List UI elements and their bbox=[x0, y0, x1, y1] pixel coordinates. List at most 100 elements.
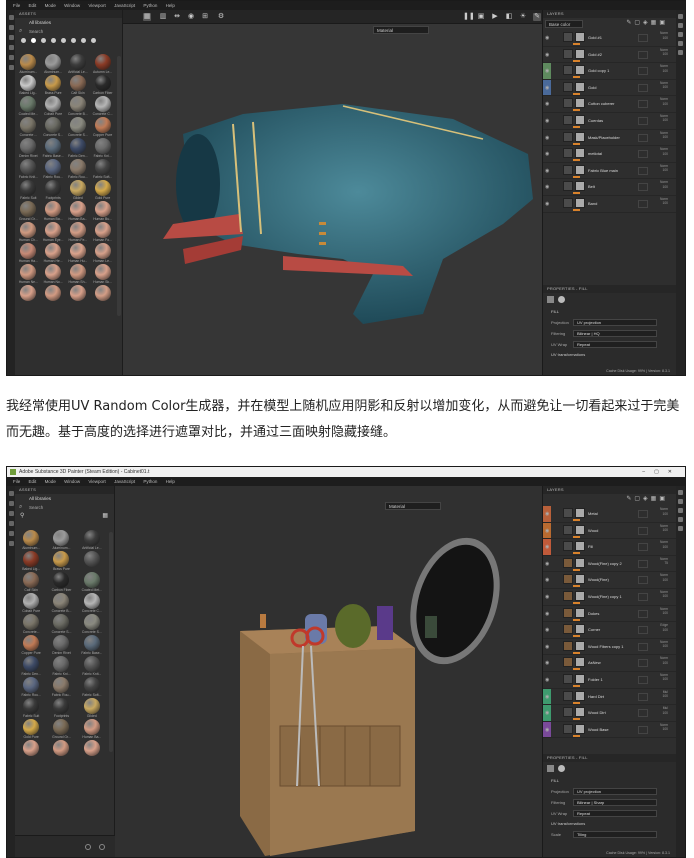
uv-wrap-dropdown[interactable]: Repeat bbox=[573, 341, 657, 348]
menu-python[interactable]: Python bbox=[143, 479, 157, 484]
layer-blend-opacity[interactable]: Norm 100 bbox=[660, 197, 668, 206]
material-thumbnail[interactable]: Human Fo... bbox=[91, 222, 114, 243]
visibility-eye-icon[interactable]: ◉ bbox=[545, 660, 549, 666]
layer-dropdown[interactable] bbox=[638, 626, 648, 635]
material-thumbnail[interactable]: Brass Pure bbox=[42, 75, 65, 96]
texture-set-icon[interactable] bbox=[678, 23, 683, 28]
layer-row[interactable]: ◉ Fill Norm 100 bbox=[543, 539, 676, 556]
layer-blend-opacity[interactable]: Norm 100 bbox=[660, 180, 668, 189]
layer-dropdown[interactable] bbox=[638, 692, 648, 701]
material-thumbnail[interactable]: Cobalt Pure bbox=[42, 96, 65, 117]
menu-javascript[interactable]: JavaScript bbox=[114, 3, 135, 8]
layer-blend-opacity[interactable]: Norm 75 bbox=[660, 557, 668, 566]
material-thumbnail[interactable] bbox=[17, 740, 45, 761]
material-thumbnail[interactable]: Aluminum... bbox=[17, 54, 40, 75]
layer-row[interactable]: ◉ Wood Base Norm 100 bbox=[543, 721, 676, 739]
material-thumbnail[interactable]: Calf Skin bbox=[67, 75, 90, 96]
layer-row[interactable]: ◉ Dokes Norm 100 bbox=[543, 606, 676, 623]
material-thumbnail[interactable]: Human Sh... bbox=[67, 264, 90, 285]
material-thumbnail[interactable]: Autumn Le... bbox=[91, 54, 114, 75]
material-thumbnail[interactable]: Denim Rivet bbox=[47, 635, 75, 656]
material-thumbnail[interactable]: Concrete S... bbox=[42, 117, 65, 138]
cube-icon[interactable]: ◧ bbox=[505, 13, 513, 21]
refresh-icon[interactable] bbox=[85, 844, 91, 850]
visibility-eye-icon[interactable]: ◉ bbox=[545, 710, 549, 716]
visibility-eye-icon[interactable]: ◉ bbox=[545, 677, 549, 683]
layer-blend-opacity[interactable]: Norm 100 bbox=[660, 131, 668, 140]
material-thumbnail[interactable]: Fabric Base... bbox=[78, 635, 106, 656]
layer-action-icons[interactable]: ✎▢◈▦▣ bbox=[626, 19, 668, 26]
layer-dropdown[interactable] bbox=[638, 526, 648, 535]
layer-blend-opacity[interactable]: Mul 100 bbox=[662, 690, 668, 699]
material-thumbnail[interactable]: Fabric Suit bbox=[17, 180, 40, 201]
material-thumbnail[interactable]: Concrete C... bbox=[78, 593, 106, 614]
material-tab-icon[interactable] bbox=[547, 296, 554, 303]
picker-tool-icon[interactable] bbox=[8, 541, 14, 546]
layer-dropdown[interactable] bbox=[638, 150, 648, 159]
layers-tab-icon[interactable] bbox=[678, 490, 683, 495]
display-settings-icon[interactable] bbox=[678, 32, 683, 37]
material-tab-icon[interactable] bbox=[547, 765, 554, 772]
uv-transformations-header[interactable]: UV transformations bbox=[543, 350, 676, 360]
material-thumbnail[interactable]: Aluminum... bbox=[42, 54, 65, 75]
material-thumbnail[interactable]: Calf Skin bbox=[17, 572, 45, 593]
layer-dropdown[interactable] bbox=[638, 116, 648, 125]
visibility-eye-icon[interactable]: ◉ bbox=[545, 627, 549, 633]
layer-blend-opacity[interactable]: Mul 100 bbox=[662, 706, 668, 715]
material-thumbnail[interactable]: Human Ne... bbox=[17, 264, 40, 285]
layer-blend-opacity[interactable]: Norm 100 bbox=[660, 164, 668, 173]
layer-row[interactable]: ◉ Corner Edge 100 bbox=[543, 622, 676, 639]
filter-particle-icon[interactable] bbox=[81, 38, 86, 43]
smudge-tool-icon[interactable] bbox=[8, 521, 14, 526]
bake-icon[interactable] bbox=[678, 526, 683, 531]
layer-blend-opacity[interactable]: Norm 100 bbox=[660, 656, 668, 665]
fill-section-header[interactable]: FILL bbox=[543, 307, 676, 317]
menu-help[interactable]: Help bbox=[166, 3, 175, 8]
visibility-eye-icon[interactable]: ◉ bbox=[545, 151, 549, 157]
layer-dropdown[interactable] bbox=[638, 725, 648, 734]
visibility-eye-icon[interactable]: ◉ bbox=[545, 168, 549, 174]
uv-transformations-header[interactable]: UV transformations bbox=[543, 819, 676, 829]
material-thumbnail[interactable]: Fabric Kni... bbox=[47, 656, 75, 677]
layer-dropdown[interactable] bbox=[638, 642, 648, 651]
material-thumbnail[interactable]: Gold Pure bbox=[17, 719, 45, 740]
paint-tool-icon[interactable] bbox=[8, 491, 14, 496]
filter-icon[interactable]: ⚲ bbox=[20, 512, 24, 519]
layer-dropdown[interactable] bbox=[638, 199, 648, 208]
layer-blend-opacity[interactable]: Norm 100 bbox=[660, 590, 668, 599]
export-icon[interactable]: ⊞ bbox=[201, 13, 209, 21]
material-thumbnail[interactable]: Fabric Soft... bbox=[91, 159, 114, 180]
layer-blend-opacity[interactable]: Norm 100 bbox=[660, 723, 668, 732]
material-thumbnail[interactable] bbox=[42, 285, 65, 306]
layer-row[interactable]: ◉ Belt Norm 100 bbox=[543, 179, 676, 196]
camera-icon[interactable]: ◉ bbox=[187, 13, 195, 21]
projection-dropdown[interactable]: UV projection bbox=[573, 788, 657, 795]
material-thumbnail[interactable]: Fabric Rou... bbox=[67, 159, 90, 180]
material-thumbnail[interactable]: Human Ch... bbox=[17, 222, 40, 243]
material-thumbnail[interactable]: Concrete C... bbox=[91, 96, 114, 117]
material-thumbnail[interactable]: Aluminum... bbox=[17, 530, 45, 551]
filter-mask-icon[interactable] bbox=[51, 38, 56, 43]
material-thumbnail[interactable]: Human Fe... bbox=[67, 222, 90, 243]
material-thumbnail[interactable]: Baked Lig... bbox=[17, 75, 40, 96]
layer-blend-opacity[interactable]: Norm 100 bbox=[660, 97, 668, 106]
clone-tool-icon[interactable] bbox=[8, 55, 14, 60]
layer-row[interactable]: ◉ Cotton cuberer Norm 100 bbox=[543, 96, 676, 113]
visibility-eye-icon[interactable]: ◉ bbox=[545, 68, 549, 74]
layer-row[interactable]: ◉ Gold Norm 100 bbox=[543, 79, 676, 97]
material-thumbnail[interactable]: Artificial Le... bbox=[67, 54, 90, 75]
visibility-eye-icon[interactable]: ◉ bbox=[545, 135, 549, 141]
layer-dropdown[interactable] bbox=[638, 592, 648, 601]
material-thumbnail[interactable]: Brass Pure bbox=[47, 551, 75, 572]
filtering-dropdown[interactable]: Bilinear | Sharp bbox=[573, 799, 657, 806]
layer-dropdown[interactable] bbox=[638, 609, 648, 618]
material-thumbnail[interactable]: Copper Pure bbox=[17, 635, 45, 656]
material-thumbnail[interactable] bbox=[67, 285, 90, 306]
material-thumbnail[interactable] bbox=[91, 285, 114, 306]
visibility-eye-icon[interactable]: ◉ bbox=[545, 544, 549, 550]
layer-row[interactable]: ◉ Wood Fibers copy 1 Norm 100 bbox=[543, 639, 676, 656]
material-thumbnail[interactable] bbox=[78, 551, 106, 572]
material-thumbnail[interactable]: Aluminum... bbox=[47, 530, 75, 551]
visibility-eye-icon[interactable]: ◉ bbox=[545, 101, 549, 107]
sphere-tab-icon[interactable] bbox=[558, 296, 565, 303]
